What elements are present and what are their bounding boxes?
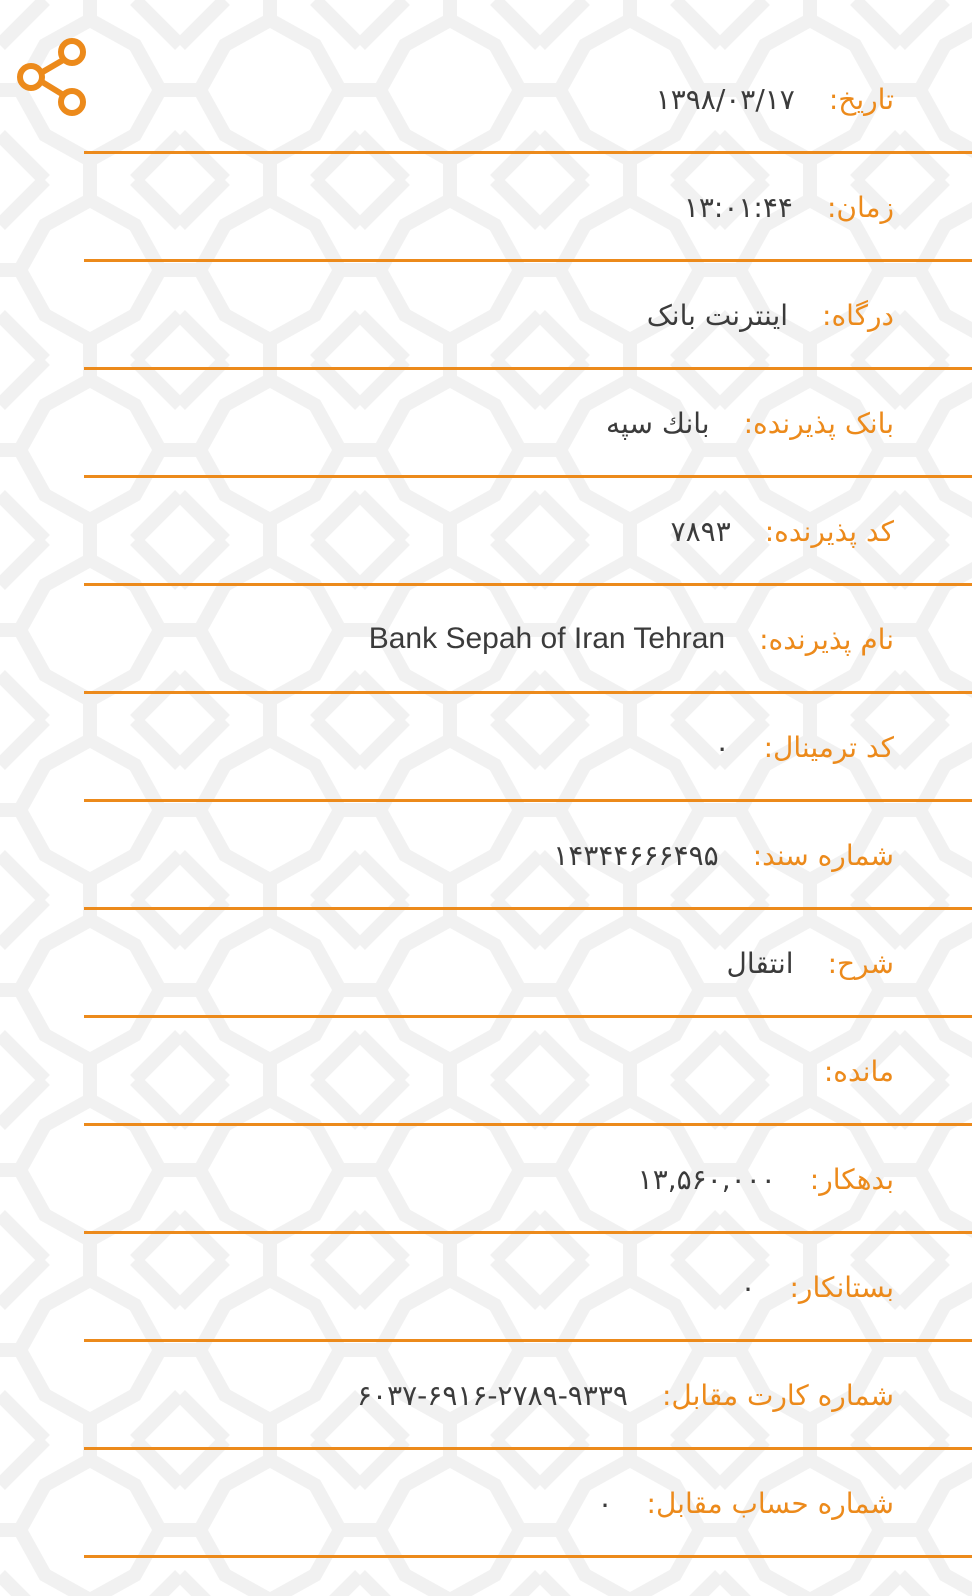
row-date: تاریخ: ۱۳۹۸/۰۳/۱۷ bbox=[84, 44, 972, 154]
row-acceptor-name: نام پذیرنده: Bank Sepah of Iran Tehran bbox=[84, 584, 972, 694]
time-label: زمان: bbox=[826, 190, 894, 224]
time-value: ۱۳:۰۱:۴۴ bbox=[683, 190, 793, 224]
row-description: شرح: انتقال bbox=[84, 908, 972, 1018]
counterpart-account-value: ۰ bbox=[597, 1486, 613, 1520]
share-button[interactable] bbox=[14, 36, 92, 118]
row-counterpart-card: شماره کارت مقابل: ۶۰۳۷-۶۹۱۶-۲۷۸۹-۹۳۳۹ bbox=[84, 1340, 972, 1450]
row-debit: بدهکار: ۱۳,۵۶۰,۰۰۰ bbox=[84, 1124, 972, 1234]
row-counterpart-account: شماره حساب مقابل: ۰ bbox=[84, 1448, 972, 1558]
row-acceptor-code: کد پذیرنده: ۷۸۹۳ bbox=[84, 476, 972, 586]
row-gateway: درگاه: اینترنت بانک bbox=[84, 260, 972, 370]
credit-value: ۰ bbox=[740, 1270, 756, 1304]
row-balance: مانده: bbox=[84, 1016, 972, 1126]
document-number-label: شماره سند: bbox=[752, 838, 894, 872]
terminal-code-label: کد ترمینال: bbox=[763, 730, 894, 764]
gateway-value: اینترنت بانک bbox=[646, 298, 789, 332]
document-number-value: ۱۴۳۴۴۶۶۶۴۹۵ bbox=[553, 838, 719, 872]
description-label: شرح: bbox=[827, 946, 894, 980]
row-terminal-code: کد ترمینال: ۰ bbox=[84, 692, 972, 802]
credit-label: بستانکار: bbox=[789, 1270, 895, 1304]
counterpart-card-value: ۶۰۳۷-۶۹۱۶-۲۷۸۹-۹۳۳۹ bbox=[357, 1378, 628, 1412]
gateway-label: درگاه: bbox=[822, 298, 894, 332]
counterpart-account-label: شماره حساب مقابل: bbox=[646, 1486, 894, 1520]
debit-label: بدهکار: bbox=[809, 1162, 894, 1196]
terminal-code-value: ۰ bbox=[714, 730, 730, 764]
row-document-number: شماره سند: ۱۴۳۴۴۶۶۶۴۹۵ bbox=[84, 800, 972, 910]
acceptor-code-value: ۷۸۹۳ bbox=[670, 514, 731, 548]
balance-label: مانده: bbox=[823, 1054, 894, 1088]
row-divider bbox=[84, 1555, 972, 1558]
row-credit: بستانکار: ۰ bbox=[84, 1232, 972, 1342]
row-time: زمان: ۱۳:۰۱:۴۴ bbox=[84, 152, 972, 262]
description-value: انتقال bbox=[726, 946, 794, 980]
date-label: تاریخ: bbox=[828, 82, 894, 116]
date-value: ۱۳۹۸/۰۳/۱۷ bbox=[655, 82, 795, 116]
acceptor-name-label: نام پذیرنده: bbox=[759, 622, 894, 656]
acceptor-bank-label: بانک پذیرنده: bbox=[743, 406, 894, 440]
acceptor-bank-value: بانك سپه bbox=[606, 406, 710, 440]
debit-value: ۱۳,۵۶۰,۰۰۰ bbox=[637, 1162, 776, 1196]
acceptor-name-value: Bank Sepah of Iran Tehran bbox=[368, 622, 726, 655]
counterpart-card-label: شماره کارت مقابل: bbox=[661, 1378, 894, 1412]
share-icon bbox=[17, 38, 86, 116]
acceptor-code-label: کد پذیرنده: bbox=[764, 514, 894, 548]
row-acceptor-bank: بانک پذیرنده: بانك سپه bbox=[84, 368, 972, 478]
